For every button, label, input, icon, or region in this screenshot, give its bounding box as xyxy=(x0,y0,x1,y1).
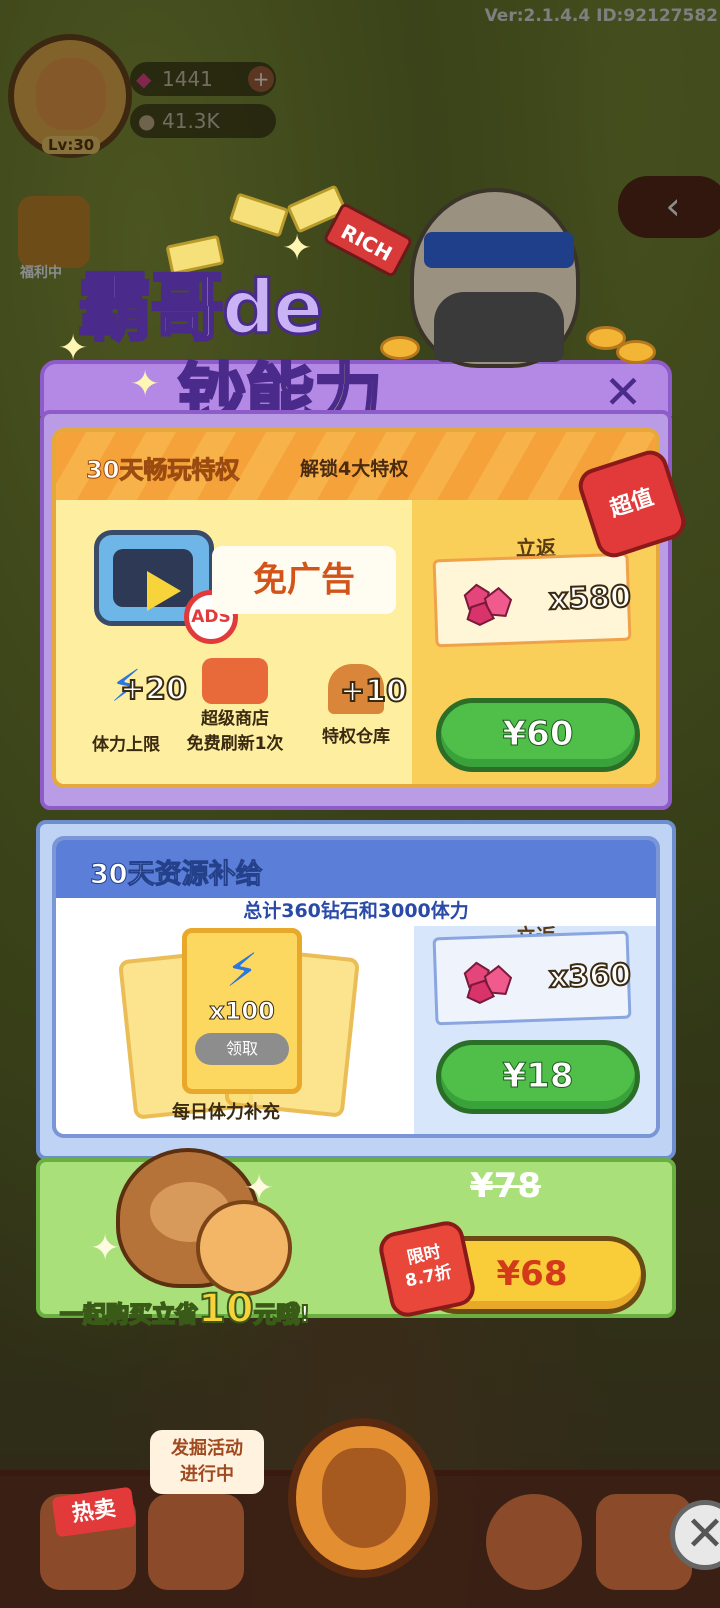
pack1-header: 30天畅玩特权 解锁4大特权 xyxy=(56,432,656,500)
perk-stamina-cap: ⚡ +20 体力上限 xyxy=(76,662,188,756)
sparkle-icon: ✦ xyxy=(130,364,161,405)
gem-amount: x360 xyxy=(547,957,632,997)
dig-event-bubble: 发掘活动 进行中 xyxy=(150,1430,264,1494)
bundle-promo-text: 一起购买立省10元哦! xyxy=(59,1285,311,1333)
promo-prefix: 一起购买立省 xyxy=(59,1301,199,1329)
sparkle-icon: ✦ xyxy=(244,1168,275,1209)
pack2-heading: 30天资源补给 xyxy=(90,859,264,891)
instant-return-box: x580 xyxy=(432,552,633,648)
coin-icon xyxy=(380,336,420,360)
dig-nav-icon[interactable] xyxy=(148,1494,244,1590)
gem-icon xyxy=(463,583,513,626)
supply-card-front: ⚡ x100 领取 xyxy=(182,928,302,1094)
card-amount: x100 xyxy=(209,997,276,1026)
close-popup-button[interactable]: ✕ xyxy=(598,369,648,415)
perk-amount: +10 xyxy=(339,673,408,710)
pack2-summary: 总计360钻石和3000体力 xyxy=(243,900,469,922)
instant-return-box: x360 xyxy=(432,930,633,1026)
original-price: ¥78 xyxy=(470,1166,541,1206)
globe-nav-icon[interactable] xyxy=(486,1494,582,1590)
event-line2: 进行中 xyxy=(180,1464,234,1485)
promo-number: 10 xyxy=(197,1285,255,1333)
coin-icon xyxy=(616,340,656,364)
title-line1-text: 霸哥de xyxy=(76,264,324,353)
play-icon xyxy=(147,571,181,611)
sunglasses-icon xyxy=(424,232,574,268)
perk-label: 免费刷新1次 xyxy=(186,734,284,754)
gem-amount: x580 xyxy=(547,579,632,619)
gem-icon xyxy=(463,961,513,1004)
shop-icon xyxy=(202,658,268,704)
perk-label: 特权仓库 xyxy=(322,727,390,747)
pack-30day-privilege-card: 30天畅玩特权 解锁4大特权 ADS 免广告 ⚡ +20 体力上限 超级商店 免… xyxy=(52,428,660,788)
daily-stamina-label: 每日体力补充 xyxy=(172,1102,280,1123)
perk-label: 体力上限 xyxy=(92,735,160,755)
buy-18-button[interactable]: ¥18 xyxy=(436,1040,640,1114)
hippo-suit xyxy=(434,292,564,362)
sparkle-icon: ✦ xyxy=(90,1228,121,1269)
cat-mascot xyxy=(196,1200,292,1296)
hippo-mascot xyxy=(410,188,580,368)
buy-60-button[interactable]: ¥60 xyxy=(436,698,640,772)
pack-30day-supply-card: 30天资源补给 总计360钻石和3000体力 ⚡ x100 领取 每日体力补充 … xyxy=(52,836,660,1138)
claim-button[interactable]: 领取 xyxy=(195,1033,289,1065)
popup-title-line1: 霸哥de xyxy=(76,248,324,355)
perk-warehouse: +10 特权仓库 xyxy=(306,664,408,747)
pack1-heading: 30天畅玩特权 xyxy=(85,456,240,485)
discount-badge: 限时 8.7折 xyxy=(375,1217,479,1321)
no-ads-label: 免广告 xyxy=(212,546,396,614)
perk-amount: 超级商店 xyxy=(201,709,269,729)
pack2-header: 30天资源补给 xyxy=(56,840,656,898)
perk-super-shop: 超级商店 免费刷新1次 xyxy=(172,658,298,754)
lightning-icon: ⚡ xyxy=(225,943,259,997)
promo-suffix: 元哦! xyxy=(253,1301,311,1329)
event-line1: 发掘活动 xyxy=(171,1438,243,1459)
acorn-main-button[interactable] xyxy=(288,1418,438,1578)
acorn-icon xyxy=(322,1448,406,1548)
pack1-subheading: 解锁4大特权 xyxy=(300,458,409,480)
